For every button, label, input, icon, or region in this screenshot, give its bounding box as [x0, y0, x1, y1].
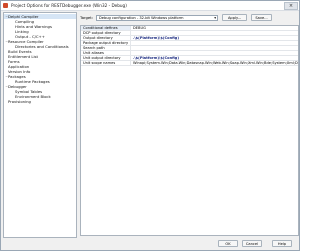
grid-row-name: DCP output directory [81, 31, 131, 35]
grid-row-name: Unit aliases [81, 51, 131, 55]
grid-row-value[interactable] [131, 46, 298, 50]
grid-row-value[interactable] [131, 51, 298, 55]
ok-button[interactable]: OK [218, 240, 238, 247]
grid-row-value[interactable]: .\$(Platform)\$(Config) [131, 36, 298, 40]
grid-row-value[interactable]: .\$(Platform)\$(Config) [131, 56, 298, 60]
dialog-footer: OK Cancel Help [1, 237, 299, 250]
grid-row-value[interactable]: Winapi;System.Win;Data.Win;Datasnap.Win;… [131, 61, 298, 65]
grid-row-value[interactable] [131, 31, 298, 35]
grid-row-value[interactable] [131, 41, 298, 45]
grid-row-name: Output directory [81, 36, 131, 40]
options-grid: Conditional defines DEBUG DCP output dir… [80, 25, 299, 236]
options-panel: Target: Debug configuration - 32-bit Win… [80, 12, 299, 238]
app-icon [3, 3, 8, 8]
project-options-dialog: Project Options for RESTDebugger.exe (Wi… [0, 0, 300, 251]
window-title: Project Options for RESTDebugger.exe (Wi… [11, 3, 127, 8]
target-label: Target: [80, 15, 94, 20]
target-select-value: Debug configuration - 32-bit Windows pla… [99, 15, 184, 20]
help-button[interactable]: Help [272, 240, 292, 247]
target-row: Target: Debug configuration - 32-bit Win… [80, 14, 299, 21]
grid-row[interactable]: Unit scope names Winapi;System.Win;Data.W… [81, 61, 298, 66]
grid-row-name: Unit output directory [81, 56, 131, 60]
cancel-button[interactable]: Cancel [242, 240, 262, 247]
tree-item-label: Provisioning [8, 99, 31, 104]
grid-row-name: Unit scope names [81, 61, 131, 65]
options-tree: − Delphi Compiler Compiling Hints and Warni… [3, 12, 77, 238]
grid-row-value[interactable]: DEBUG [131, 26, 298, 30]
grid-row-name: Search path [81, 46, 131, 50]
grid-row-name: Conditional defines [81, 26, 131, 30]
chevron-down-icon: ▾ [214, 15, 216, 20]
title-bar: Project Options for RESTDebugger.exe (Wi… [1, 1, 299, 11]
save-button[interactable]: Save... [251, 14, 272, 21]
target-select[interactable]: Debug configuration - 32-bit Windows pla… [96, 14, 218, 21]
tree-item[interactable]: Provisioning [4, 99, 76, 104]
apply-button[interactable]: Apply... [222, 14, 247, 21]
close-button[interactable]: × [284, 2, 298, 10]
grid-row-name: Package output directory [81, 41, 131, 45]
close-icon: × [288, 2, 294, 9]
